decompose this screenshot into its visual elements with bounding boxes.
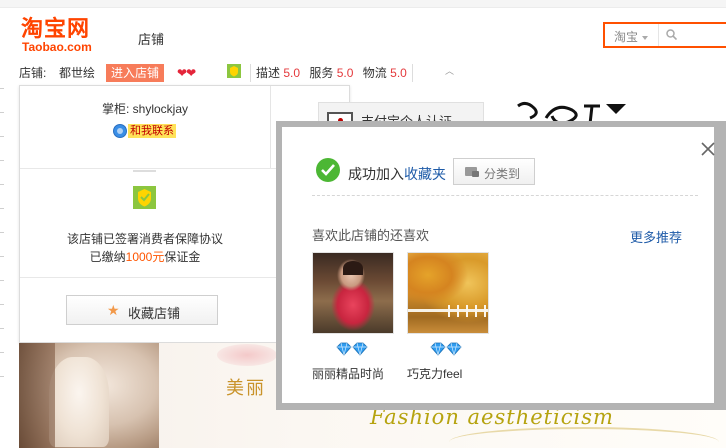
rating-logistics-value: 5.0 — [390, 66, 407, 80]
banner-swirl-decoration — [449, 427, 719, 448]
shop-dsr-ratings[interactable]: 描述 5.0 服务 5.0 物流 5.0 — [250, 64, 413, 82]
favorite-success-dialog: 成功加入收藏夹 分类到 喜欢此店铺的还喜欢 更多推荐 丽丽精品时尚 巧克力fee… — [276, 121, 726, 410]
rating-desc-label: 描述 — [256, 66, 281, 80]
deposit-pre: 已缴纳 — [89, 250, 126, 264]
search-scope-select[interactable]: 淘宝 — [605, 24, 659, 46]
shop-name[interactable]: 都世绘 — [59, 64, 95, 82]
search-box[interactable]: 淘宝 — [603, 22, 726, 48]
folder-icon — [465, 167, 479, 177]
guarantee-text: 该店铺已签署消费者保障协议 — [66, 232, 223, 246]
recommended-shop-name[interactable]: 巧克力feel — [407, 365, 462, 382]
deposit-amount: 1000元 — [125, 250, 165, 264]
shop-thumbnail[interactable] — [407, 252, 489, 334]
diamond-icon — [430, 342, 462, 356]
success-check-icon — [316, 158, 340, 182]
wangwang-icon — [113, 124, 127, 138]
favorite-shop-label: 收藏店铺 — [128, 306, 181, 321]
search-scope-value: 淘宝 — [614, 30, 639, 44]
rating-service-value: 5.0 — [336, 66, 354, 80]
categorize-label: 分类到 — [484, 167, 521, 181]
deposit-post: 保证金 — [164, 250, 201, 264]
diamond-icon — [336, 342, 368, 356]
banner-cn-text: 美丽 — [226, 378, 266, 399]
success-message: 成功加入收藏夹 — [348, 164, 446, 184]
contact-seller-label: 和我联系 — [128, 124, 176, 138]
chevron-up-icon[interactable]: ︿ — [445, 62, 454, 80]
shop-thumbnail[interactable] — [312, 252, 394, 334]
heart-icon: ❤ — [177, 66, 187, 80]
dialog-body: 成功加入收藏夹 分类到 喜欢此店铺的还喜欢 更多推荐 丽丽精品时尚 巧克力fee… — [282, 127, 716, 403]
consumer-guarantee-icon — [133, 186, 156, 209]
more-recommend-link[interactable]: 更多推荐 — [630, 227, 682, 246]
rating-service-label: 服务 — [309, 66, 334, 80]
taobao-logo[interactable]: 淘宝网 Taobao.com — [21, 17, 117, 55]
shop-label: 店铺: — [19, 66, 47, 80]
search-icon[interactable] — [666, 29, 677, 40]
divider — [270, 86, 271, 168]
recommended-shop-name[interactable]: 丽丽精品时尚 — [312, 365, 384, 382]
rating-desc-value: 5.0 — [283, 66, 301, 80]
success-message-text: 成功加入 — [348, 166, 404, 182]
favorite-shop-button[interactable]: ★ 收藏店铺 — [66, 295, 218, 325]
also-like-title: 喜欢此店铺的还喜欢 — [312, 228, 430, 243]
divider — [133, 170, 156, 172]
banner-model-photo — [19, 343, 159, 448]
credit-hearts[interactable]: ❤❤ — [177, 64, 196, 82]
chevron-down-icon — [642, 35, 649, 40]
categorize-button[interactable]: 分类到 — [453, 158, 535, 185]
logo-text-cn: 淘宝网 — [21, 17, 91, 42]
close-icon[interactable] — [700, 141, 716, 157]
consumer-guarantee-icon[interactable] — [227, 64, 241, 78]
banner-flower-decoration — [217, 344, 277, 366]
page-side-decoration — [0, 88, 4, 378]
enter-shop-button[interactable]: 进入店铺 — [106, 64, 165, 82]
heart-icon: ❤ — [186, 66, 196, 80]
rating-logistics-label: 物流 — [362, 66, 387, 80]
logo-text-en: Taobao.com — [22, 40, 92, 54]
star-icon: ★ — [107, 302, 120, 318]
favorites-link[interactable]: 收藏夹 — [404, 166, 446, 182]
site-top-strip — [0, 0, 726, 8]
shop-owner-name: 掌柜: shylockjay — [101, 102, 189, 116]
dashed-divider — [312, 195, 698, 196]
deposit-text: 已缴纳1000元保证金 — [20, 248, 270, 265]
header-shop-label: 店铺 — [138, 32, 165, 47]
